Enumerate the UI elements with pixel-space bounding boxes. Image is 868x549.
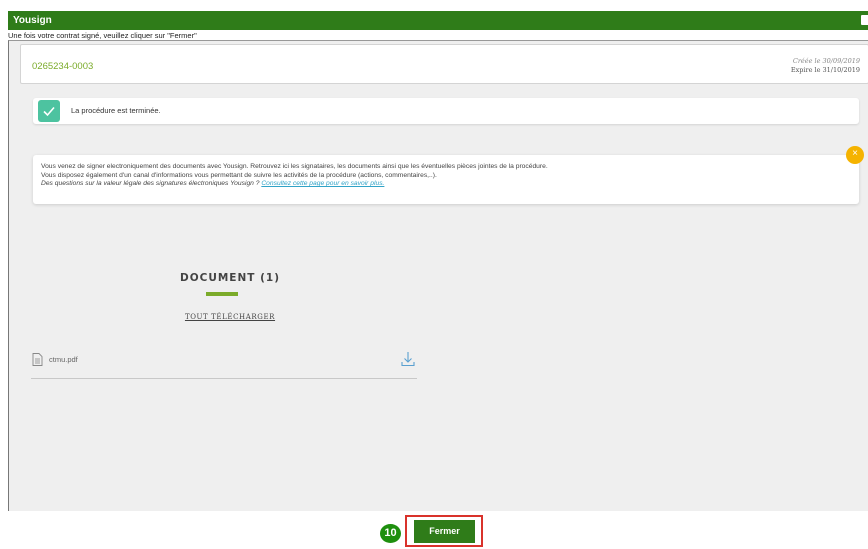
window-title: Yousign [13, 15, 52, 26]
procedure-dates: Créée le 30/09/2019 Expire le 31/10/2019 [791, 57, 860, 75]
created-date: Créée le 30/09/2019 [792, 57, 860, 65]
step-badge: 10 [380, 524, 401, 543]
instruction-text: Une fois votre contrat signé, veuillez c… [8, 31, 197, 40]
content-frame: 0265234-0003 Créée le 30/09/2019 Expire … [8, 40, 868, 511]
info-line-3: Des questions sur la valeur légale des s… [41, 180, 859, 189]
heading-underline [206, 292, 238, 296]
status-banner: La procédure est terminée. [33, 98, 859, 124]
close-icon: × [852, 148, 858, 159]
procedure-reference: 0265234-0003 [32, 61, 94, 72]
window-control[interactable] [861, 15, 868, 25]
file-name: ctmu.pdf [49, 355, 78, 364]
close-info-button[interactable]: × [846, 146, 864, 164]
legal-info-link[interactable]: Consultez cette page pour en savoir plus… [261, 180, 384, 187]
download-icon[interactable] [401, 351, 415, 372]
close-button[interactable]: Fermer [414, 520, 475, 543]
expiry-date: Expire le 31/10/2019 [790, 66, 860, 74]
status-text: La procédure est terminée. [71, 106, 161, 115]
info-line-1: Vous venez de signer electroniquement de… [41, 163, 548, 170]
file-row[interactable]: ctmu.pdf [31, 349, 417, 379]
download-all-link[interactable]: TOUT TÉLÉCHARGER [169, 313, 291, 321]
info-panel: Vous venez de signer electroniquement de… [33, 155, 859, 204]
procedure-header: 0265234-0003 Créée le 30/09/2019 Expire … [20, 44, 868, 84]
check-icon [38, 100, 60, 122]
window-titlebar: Yousign [8, 11, 868, 30]
file-icon [32, 353, 43, 371]
info-question: Des questions sur la valeur légale des s… [41, 180, 260, 188]
info-line-2: Vous disposez également d'un canal d'inf… [41, 171, 437, 179]
documents-heading: DOCUMENT (1) [179, 272, 280, 284]
